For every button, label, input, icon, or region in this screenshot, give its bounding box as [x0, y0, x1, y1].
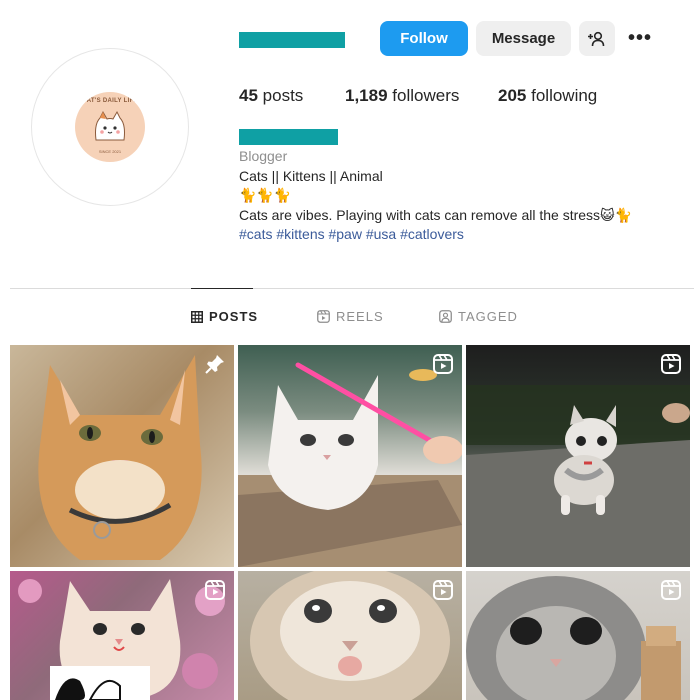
bio-line-3: Cats are vibes. Playing with cats can re…: [239, 206, 633, 223]
reels-icon: [205, 580, 225, 600]
more-options-button[interactable]: •••: [625, 21, 655, 56]
post-tile[interactable]: [10, 571, 234, 700]
tab-tagged-label: TAGGED: [458, 309, 518, 324]
username-redacted: [239, 32, 345, 48]
posts-stat: 45 posts: [239, 86, 303, 106]
avatar-logo-subtitle: SINCE 2021: [98, 149, 122, 154]
cat-photo: [466, 576, 681, 700]
reels-icon: [433, 354, 453, 374]
reels-icon: [661, 580, 681, 600]
following-stat[interactable]: 205 following: [498, 86, 597, 106]
bio-line-1: Cats || Kittens || Animal: [239, 167, 383, 184]
add-person-icon: [588, 31, 605, 46]
posts-count: 45: [239, 86, 258, 105]
bio-line-2: 🐈🐈🐈: [239, 187, 292, 203]
tab-posts[interactable]: POSTS: [191, 309, 258, 324]
cat-photo: [38, 355, 202, 560]
tabs-divider: [10, 288, 694, 289]
profile-bio: Blogger Cats || Kittens || Animal 🐈🐈🐈 Ca…: [239, 147, 689, 245]
cat-photo: [238, 362, 462, 567]
post-tile[interactable]: [466, 345, 690, 567]
avatar-logo: CAT'S DAILY LIFE SINCE 2021: [75, 92, 145, 162]
more-options-icon: •••: [627, 27, 652, 49]
post-tile[interactable]: [238, 345, 462, 567]
post-tile[interactable]: [466, 571, 690, 700]
following-count: 205: [498, 86, 527, 105]
profile-category: Blogger: [239, 148, 288, 164]
active-tab-indicator: [191, 288, 253, 289]
message-button[interactable]: Message: [476, 21, 571, 56]
tab-posts-label: POSTS: [209, 309, 259, 324]
tab-reels-label: REELS: [336, 309, 384, 324]
cat-photo: [466, 385, 690, 567]
following-label: following: [531, 86, 598, 105]
followers-label: followers: [392, 86, 460, 105]
reels-icon: [661, 354, 681, 374]
post-tile[interactable]: [238, 571, 462, 700]
cat-photo: [18, 579, 225, 700]
full-name-redacted: [239, 129, 338, 145]
followers-stat[interactable]: 1,189 followers: [345, 86, 459, 106]
tab-tagged[interactable]: TAGGED: [439, 309, 518, 324]
tab-reels[interactable]: REELS: [317, 309, 384, 324]
tagged-icon: [439, 310, 452, 323]
reels-icon: [317, 310, 330, 323]
follow-button[interactable]: Follow: [380, 21, 468, 56]
grid-icon: [191, 310, 203, 323]
pin-icon: [205, 355, 224, 374]
cat-photo: [250, 571, 450, 700]
followers-count: 1,189: [345, 86, 388, 105]
cat-logo-icon: [95, 110, 125, 141]
avatar-logo-title: CAT'S DAILY LIFE: [82, 98, 138, 104]
post-tile[interactable]: [10, 345, 234, 567]
posts-label: posts: [262, 86, 304, 105]
bio-hashtags[interactable]: #cats #kittens #paw #usa #catlovers: [239, 225, 689, 245]
profile-avatar[interactable]: CAT'S DAILY LIFE SINCE 2021: [31, 48, 189, 206]
reels-icon: [433, 580, 453, 600]
suggest-accounts-button[interactable]: [579, 21, 615, 56]
